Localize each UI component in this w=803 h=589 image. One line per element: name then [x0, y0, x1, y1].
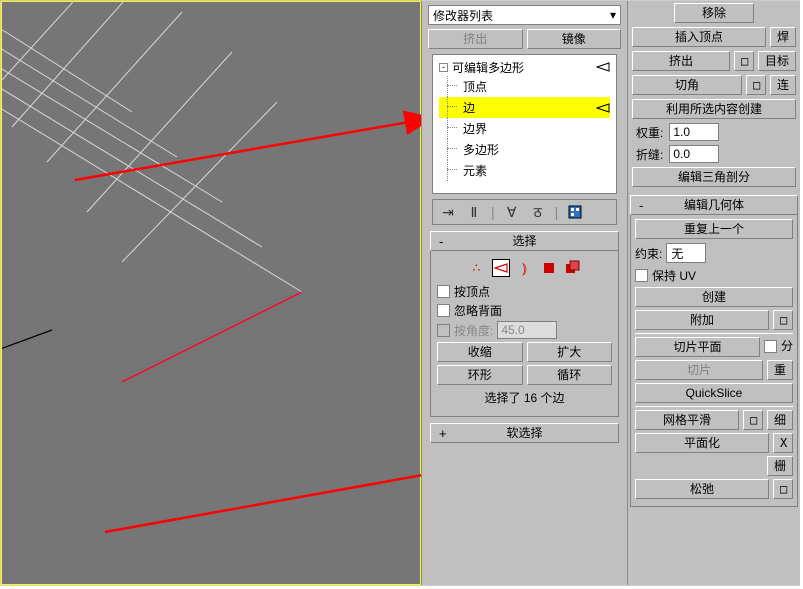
shrink-button[interactable]: 收缩	[437, 342, 523, 362]
modifier-root-label: 可编辑多边形	[452, 59, 524, 76]
triangle-icon	[596, 103, 610, 113]
viewport-perspective[interactable]	[1, 1, 421, 585]
vertex-icon[interactable]: ∴	[468, 259, 486, 277]
connect-button[interactable]: 连	[770, 75, 796, 95]
preserve-uv-checkbox[interactable]	[635, 269, 648, 282]
slice-plane-button[interactable]: 切片平面	[635, 337, 760, 357]
chevron-down-icon: ▾	[610, 8, 616, 22]
extrude-button[interactable]: 挤出	[632, 51, 730, 71]
selection-rollout-header[interactable]: - 选择	[430, 231, 619, 251]
planar-x-button[interactable]: X	[773, 433, 793, 453]
split-checkbox[interactable]	[764, 340, 777, 353]
triangle-icon	[596, 61, 610, 75]
view-align-button[interactable]: 栅	[767, 456, 793, 476]
grid-plane	[2, 2, 422, 586]
subobj-edge[interactable]: 边	[439, 97, 610, 118]
remove-button[interactable]: 移除	[674, 3, 754, 23]
subobj-border[interactable]: 边界	[439, 118, 610, 139]
grow-button[interactable]: 扩大	[527, 342, 613, 362]
chamfer-button[interactable]: 切角	[632, 75, 742, 95]
extrude-set-button[interactable]: 挤出	[428, 29, 523, 49]
soft-selection-header[interactable]: + 软选择	[430, 423, 619, 443]
slice-button[interactable]: 切片	[635, 360, 763, 380]
create-button[interactable]: 创建	[635, 287, 793, 307]
relax-button[interactable]: 松弛	[635, 479, 769, 499]
target-weld-button[interactable]: 目标	[758, 51, 796, 71]
by-angle-checkbox[interactable]	[437, 324, 450, 337]
edge-icon[interactable]	[492, 259, 510, 277]
attach-button[interactable]: 附加	[635, 310, 769, 330]
plus-icon: +	[439, 425, 447, 443]
crease-spinner[interactable]: 0.0	[669, 145, 719, 163]
selection-rollout: - 选择 ∴ ⦆ 按顶点 忽略背面 按角度:	[430, 231, 619, 417]
modifier-stack-toolbar: ⇥ Ⅱ | ∀ ठ |	[432, 199, 617, 225]
ignore-backfacing-checkbox[interactable]	[437, 304, 450, 317]
modifier-stack[interactable]: - 可编辑多边形 顶点 边 边界 多边形 元素	[432, 54, 617, 194]
edit-tri-button[interactable]: 编辑三角剖分	[632, 167, 796, 187]
tessellate-button[interactable]: 细	[767, 410, 793, 430]
relax-settings-button[interactable]: □	[773, 479, 793, 499]
polygon-icon[interactable]	[540, 259, 558, 277]
constraint-dropdown[interactable]: 无	[666, 243, 706, 263]
pin-stack-icon[interactable]: ⇥	[439, 203, 457, 221]
quickslice-button[interactable]: QuickSlice	[635, 383, 793, 403]
chamfer-settings-button[interactable]: □	[746, 75, 766, 95]
edit-geometry-header[interactable]: - 编辑几何体	[630, 195, 798, 215]
configure-sets-icon[interactable]	[566, 203, 584, 221]
element-icon[interactable]	[564, 259, 582, 277]
subobj-polygon[interactable]: 多边形	[439, 139, 610, 160]
insert-vertex-button[interactable]: 插入顶点	[632, 27, 766, 47]
soft-selection-rollout: + 软选择	[430, 423, 619, 443]
show-end-icon[interactable]: Ⅱ	[465, 203, 483, 221]
subobj-vertex[interactable]: 顶点	[439, 76, 610, 97]
command-panel-modify: 修改器列表 ▾ 挤出 镜像 - 可编辑多边形 顶点 边 边界 多边形 元素 ⇥ …	[421, 1, 628, 585]
extrude-settings-button[interactable]: □	[734, 51, 754, 71]
msmooth-button[interactable]: 网格平滑	[635, 410, 739, 430]
weight-spinner[interactable]: 1.0	[669, 123, 719, 141]
mirror-set-button[interactable]: 镜像	[527, 29, 622, 49]
make-planar-button[interactable]: 平面化	[635, 433, 769, 453]
edit-edges-rollout: 移除 插入顶点 焊 挤出 □ 目标 切角 □ 连 利用所选内容创建 权重: 1.…	[628, 1, 800, 585]
attach-settings-button[interactable]: □	[773, 310, 793, 330]
make-unique-icon[interactable]: ∀	[503, 203, 521, 221]
selection-info: 选择了 16 个边	[437, 389, 612, 406]
subobj-element[interactable]: 元素	[439, 160, 610, 181]
repeat-last-button[interactable]: 重复上一个	[635, 219, 793, 239]
minus-icon: -	[639, 197, 643, 215]
by-vertex-checkbox[interactable]	[437, 285, 450, 298]
ring-button[interactable]: 环形	[437, 365, 523, 385]
weld-button[interactable]: 焊	[770, 27, 796, 47]
create-shape-button[interactable]: 利用所选内容创建	[632, 99, 796, 119]
reset-plane-button[interactable]: 重	[767, 360, 793, 380]
minus-icon: -	[439, 233, 443, 251]
remove-modifier-icon[interactable]: ठ	[529, 203, 547, 221]
angle-spinner[interactable]: 45.0	[497, 321, 557, 339]
modifier-list-label: 修改器列表	[433, 7, 493, 24]
msmooth-settings-button[interactable]: □	[743, 410, 763, 430]
modifier-list-dropdown[interactable]: 修改器列表 ▾	[428, 5, 621, 25]
selected-edge	[122, 292, 302, 382]
collapse-icon[interactable]: -	[439, 63, 448, 72]
border-icon[interactable]: ⦆	[516, 259, 534, 277]
loop-button[interactable]: 循环	[527, 365, 613, 385]
